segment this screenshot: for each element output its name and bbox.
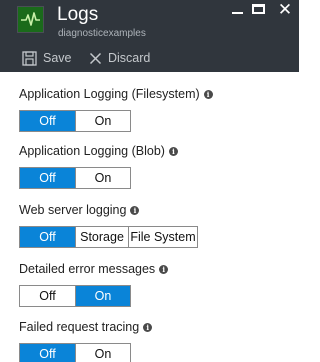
setting-label: Failed request tracing <box>19 320 140 334</box>
blade-subtitle: diagnosticexamples <box>58 28 146 39</box>
save-button[interactable]: Save <box>22 49 72 67</box>
maximize-icon[interactable] <box>252 4 265 14</box>
setting-label: Application Logging (Filesystem) <box>19 87 200 101</box>
setting-detailed-error-messages: Detailed error messages i Off On <box>19 261 169 307</box>
setting-label: Web server logging <box>19 203 127 217</box>
option-file-system[interactable]: File System <box>128 227 197 247</box>
info-icon[interactable]: i <box>159 264 169 274</box>
setting-web-server-logging: Web server logging i Off Storage File Sy… <box>19 202 198 248</box>
segmented-toggle: Off On <box>19 285 131 307</box>
minimize-icon[interactable] <box>232 12 243 14</box>
segmented-toggle: Off On <box>19 343 131 362</box>
setting-label: Application Logging (Blob) <box>19 144 165 158</box>
discard-x-icon <box>89 52 102 64</box>
option-on[interactable]: On <box>75 286 130 306</box>
setting-application-logging-blob: Application Logging (Blob) i Off On <box>19 143 178 189</box>
discard-label: Discard <box>108 51 151 65</box>
info-icon[interactable]: i <box>203 89 213 99</box>
option-off[interactable]: Off <box>20 227 75 247</box>
option-on[interactable]: On <box>75 344 130 362</box>
option-off[interactable]: Off <box>20 344 75 362</box>
setting-label: Detailed error messages <box>19 262 156 276</box>
option-off[interactable]: Off <box>20 286 75 306</box>
discard-button[interactable]: Discard <box>89 49 150 67</box>
segmented-toggle: Off On <box>19 110 131 132</box>
activity-pulse-icon <box>17 6 44 33</box>
option-off[interactable]: Off <box>20 111 75 131</box>
save-label: Save <box>43 51 72 65</box>
option-storage[interactable]: Storage <box>75 227 128 247</box>
blade-title: Logs <box>57 4 99 25</box>
blade-header: Logs diagnosticexamples ✕ Save Discard <box>0 0 299 72</box>
option-on[interactable]: On <box>75 111 130 131</box>
segmented-toggle: Off On <box>19 167 131 189</box>
segmented-toggle: Off Storage File System <box>19 226 198 248</box>
info-icon[interactable]: i <box>168 146 178 156</box>
close-icon[interactable]: ✕ <box>276 1 294 19</box>
option-on[interactable]: On <box>75 168 130 188</box>
setting-application-logging-filesystem: Application Logging (Filesystem) i Off O… <box>19 86 213 132</box>
info-icon[interactable]: i <box>143 322 153 332</box>
option-off[interactable]: Off <box>20 168 75 188</box>
setting-failed-request-tracing: Failed request tracing i Off On <box>19 319 153 362</box>
save-icon <box>22 50 37 66</box>
info-icon[interactable]: i <box>130 205 140 215</box>
